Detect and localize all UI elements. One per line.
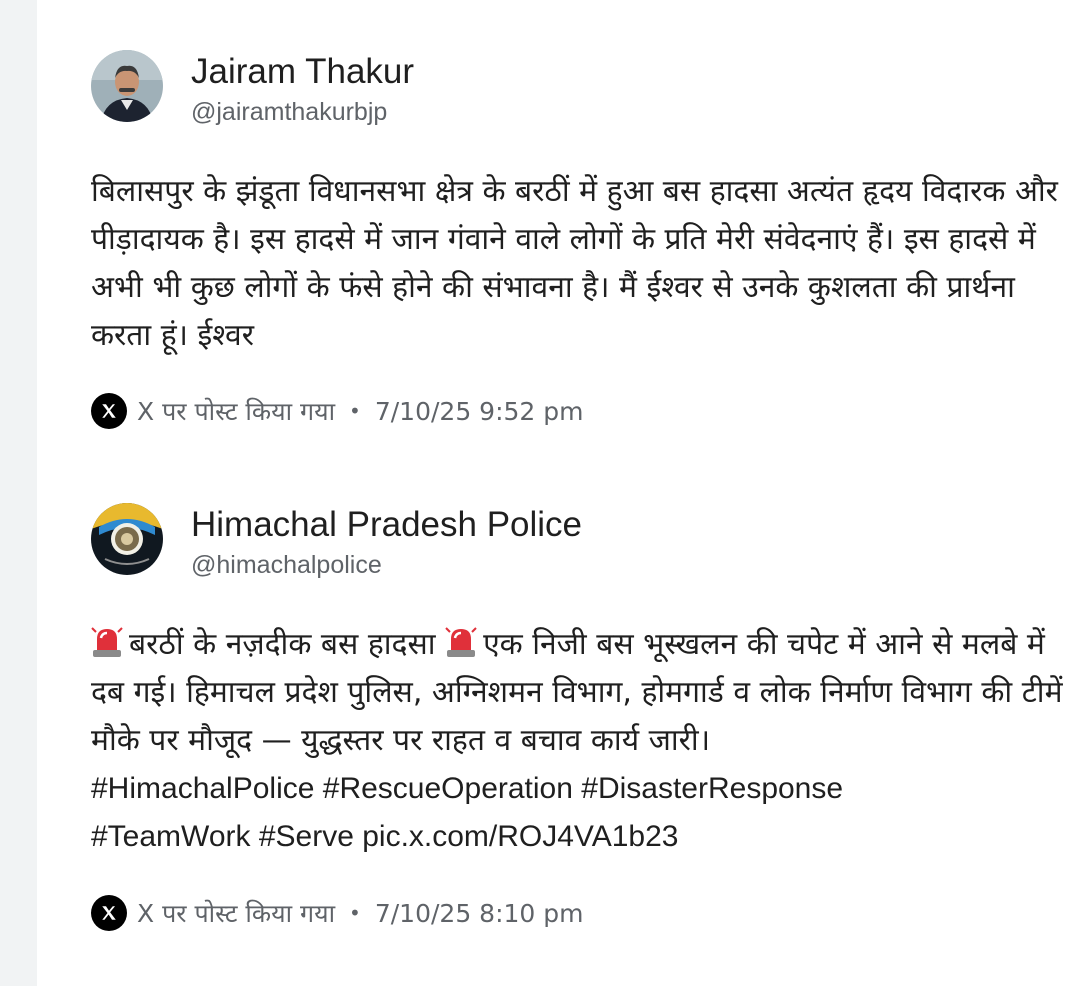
post-timestamp[interactable]: 7/10/25 9:52 pm [375, 397, 584, 426]
police-emblem-icon [91, 503, 163, 575]
feed-panel: Jairam Thakur @jairamthakurbjp बिलासपुर … [37, 0, 1080, 986]
x-logo-icon[interactable] [91, 393, 127, 429]
hashtag-line[interactable]: #TeamWork #Serve pic.x.com/ROJ4VA1b23 [91, 813, 1076, 861]
post-text: बरठीं के नज़दीक बस हादसा एक निजी बस भूस्… [91, 621, 1076, 765]
x-logo-icon[interactable] [91, 895, 127, 931]
author-name[interactable]: Himachal Pradesh Police [191, 505, 582, 545]
meta-separator: • [349, 399, 361, 423]
siren-emoji-icon [445, 624, 477, 658]
post-timestamp[interactable]: 7/10/25 8:10 pm [375, 899, 584, 928]
post-meta: X पर पोस्ट किया गया • 7/10/25 8:10 pm [91, 895, 583, 931]
post-text: बिलासपुर के झंडूता विधानसभा क्षेत्र के ब… [91, 174, 1068, 353]
post-text-part: बरठीं के नज़दीक बस हादसा [129, 627, 436, 662]
person-portrait-icon [91, 50, 163, 122]
post-source: X पर पोस्ट किया गया [137, 899, 336, 928]
post-source: X पर पोस्ट किया गया [137, 397, 336, 426]
avatar[interactable] [91, 50, 163, 122]
author-handle[interactable]: @jairamthakurbjp [191, 98, 387, 127]
meta-separator: • [349, 901, 361, 925]
post-hashtags: #HimachalPolice #RescueOperation #Disast… [91, 765, 1076, 861]
hashtag-line[interactable]: #HimachalPolice #RescueOperation #Disast… [91, 765, 1076, 813]
author-handle[interactable]: @himachalpolice [191, 551, 382, 580]
siren-emoji-icon [91, 624, 123, 658]
avatar[interactable] [91, 503, 163, 575]
author-name[interactable]: Jairam Thakur [191, 52, 414, 92]
post-meta: X पर पोस्ट किया गया • 7/10/25 9:52 pm [91, 393, 583, 429]
